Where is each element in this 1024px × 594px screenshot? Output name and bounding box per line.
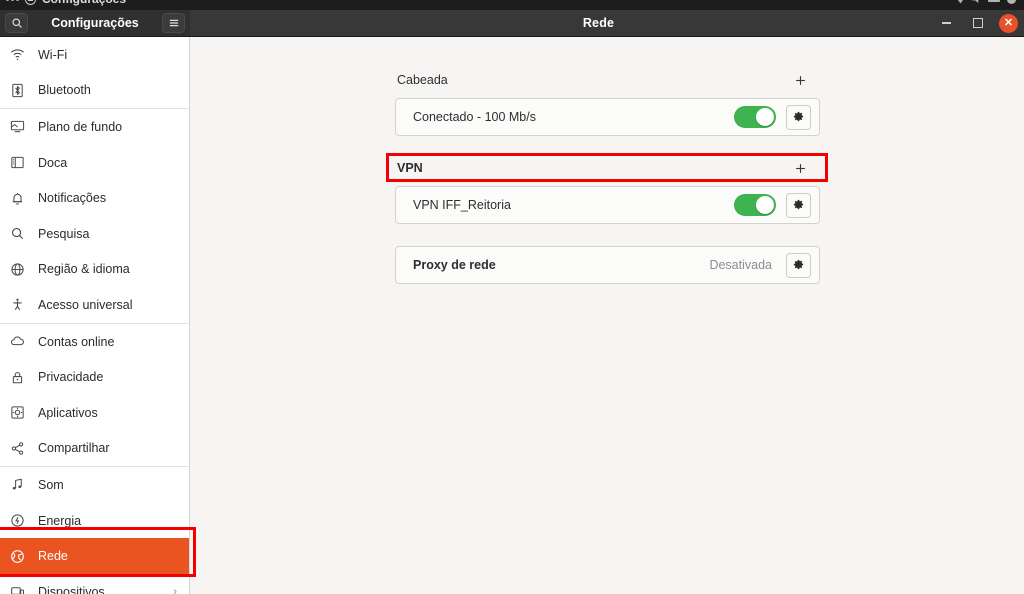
accessibility-icon [9,296,26,313]
vpn-section-header: VPN [395,154,820,182]
power-icon [1007,0,1016,4]
sidebar-item-label: Wi-Fi [38,47,68,62]
close-icon[interactable]: ✕ [999,13,1018,33]
wallpaper-icon [9,118,26,135]
hamburger-menu-icon[interactable] [162,13,185,33]
search-button[interactable] [5,13,28,33]
sidebar-item-contas-online[interactable]: Contas online [0,324,189,360]
network-proxy-row[interactable]: Proxy de rede Desativada [395,246,820,284]
bell-icon [9,190,26,207]
sidebar-item-privacidade[interactable]: Privacidade [0,359,189,395]
sidebar-item-doca[interactable]: Doca [0,145,189,181]
window-controls: ✕ [937,13,1018,33]
settings-window: Configurações Rede ✕ Wi-Fi Bluetooth Pla… [0,10,1024,594]
sidebar-item-label: Bluetooth [38,83,91,98]
wired-settings-gear-icon[interactable] [786,104,811,130]
wired-section-header: Cabeada [395,66,820,94]
sidebar-item-energia[interactable]: Energia [0,503,189,539]
top-bar-status-area[interactable] [834,0,1024,4]
maximize-icon[interactable] [968,14,987,33]
sidebar-item-dispositivos[interactable]: Dispositivos › [0,574,189,594]
cloud-icon [9,333,26,350]
window-title-bar: Rede ✕ [190,10,1024,37]
lock-icon [9,369,26,386]
dock-icon [9,154,26,171]
sidebar-header-title: Configurações [51,16,139,30]
chevron-right-icon: › [173,585,177,594]
network-settings-panel: Cabeada Conectado - 100 Mb/s VPN VPN IFF… [191,37,1024,594]
add-wired-connection-button[interactable] [791,71,809,89]
sidebar-item-label: Plano de fundo [38,119,123,134]
sidebar-item-label: Compartilhar [38,441,110,456]
battery-icon [988,0,1000,2]
wired-connection-row[interactable]: Conectado - 100 Mb/s [395,98,820,136]
sidebar-item-label: Aplicativos [38,405,98,420]
music-note-icon [9,476,26,493]
sidebar-item-label: Doca [38,155,68,170]
sidebar-item-notificacoes[interactable]: Notificações [0,180,189,216]
vpn-toggle[interactable] [734,194,776,216]
sidebar-item-som[interactable]: Som [0,467,189,503]
sidebar-item-rede[interactable]: Rede [0,538,189,574]
sidebar-item-pesquisa[interactable]: Pesquisa [0,216,189,252]
sidebar-item-label: Pesquisa [38,226,90,241]
vpn-settings-gear-icon[interactable] [786,192,811,218]
bluetooth-icon [9,82,26,99]
proxy-settings-gear-icon[interactable] [786,252,811,278]
search-icon [9,225,26,242]
vpn-name-label: VPN IFF_Reitoria [413,198,511,212]
window-header-bar: Configurações Rede ✕ [0,10,1024,37]
wired-toggle[interactable] [734,106,776,128]
minimize-icon[interactable] [937,14,956,33]
sidebar-item-label: Região & idioma [38,262,130,277]
wired-status-label: Conectado - 100 Mb/s [413,110,536,124]
page-title: Rede [582,16,615,30]
sidebar-item-label: Som [38,477,64,492]
sidebar-item-label: Contas online [38,334,115,349]
proxy-status-label: Desativada [709,258,772,272]
sidebar-item-compartilhar[interactable]: Compartilhar [0,431,189,467]
add-vpn-connection-button[interactable] [791,159,809,177]
vpn-section-title: VPN [397,161,423,175]
sidebar-item-label: Acesso universal [38,297,133,312]
top-bar-app-name: Configurações [42,0,126,6]
sidebar-item-regiao-idioma[interactable]: Região & idioma [0,252,189,288]
wifi-icon [9,46,26,63]
sidebar-item-label: Energia [38,513,82,528]
network-globe-icon [9,548,26,565]
sidebar-item-acesso-universal[interactable]: Acesso universal [0,287,189,323]
settings-sidebar[interactable]: Wi-Fi Bluetooth Plano de fundo Doca Noti… [0,37,190,594]
sidebar-item-label: Notificações [38,191,107,206]
sidebar-item-bluetooth[interactable]: Bluetooth [0,73,189,109]
sidebar-item-label: Dispositivos [38,584,105,594]
activities-dots-icon[interactable] [6,0,19,1]
globe-icon [9,261,26,278]
sidebar-item-label: Privacidade [38,370,104,385]
sidebar-item-plano-de-fundo[interactable]: Plano de fundo [0,109,189,145]
sidebar-item-wifi[interactable]: Wi-Fi [0,37,189,73]
apps-icon [9,404,26,421]
devices-icon [9,583,26,594]
sidebar-item-aplicativos[interactable]: Aplicativos [0,395,189,431]
sidebar-item-label: Rede [38,549,68,564]
settings-app-icon [25,0,36,5]
sidebar-header: Configurações [0,10,190,37]
wifi-icon [956,0,965,4]
proxy-label: Proxy de rede [413,258,496,272]
screenshot-root: Configurações Configurações [0,0,1024,594]
volume-icon [972,0,979,4]
wired-section-title: Cabeada [397,73,448,87]
power-icon [9,512,26,529]
share-icon [9,440,26,457]
gnome-top-bar: Configurações [0,0,1024,10]
top-bar-app-menu[interactable]: Configurações [0,0,300,6]
vpn-connection-row[interactable]: VPN IFF_Reitoria [395,186,820,224]
